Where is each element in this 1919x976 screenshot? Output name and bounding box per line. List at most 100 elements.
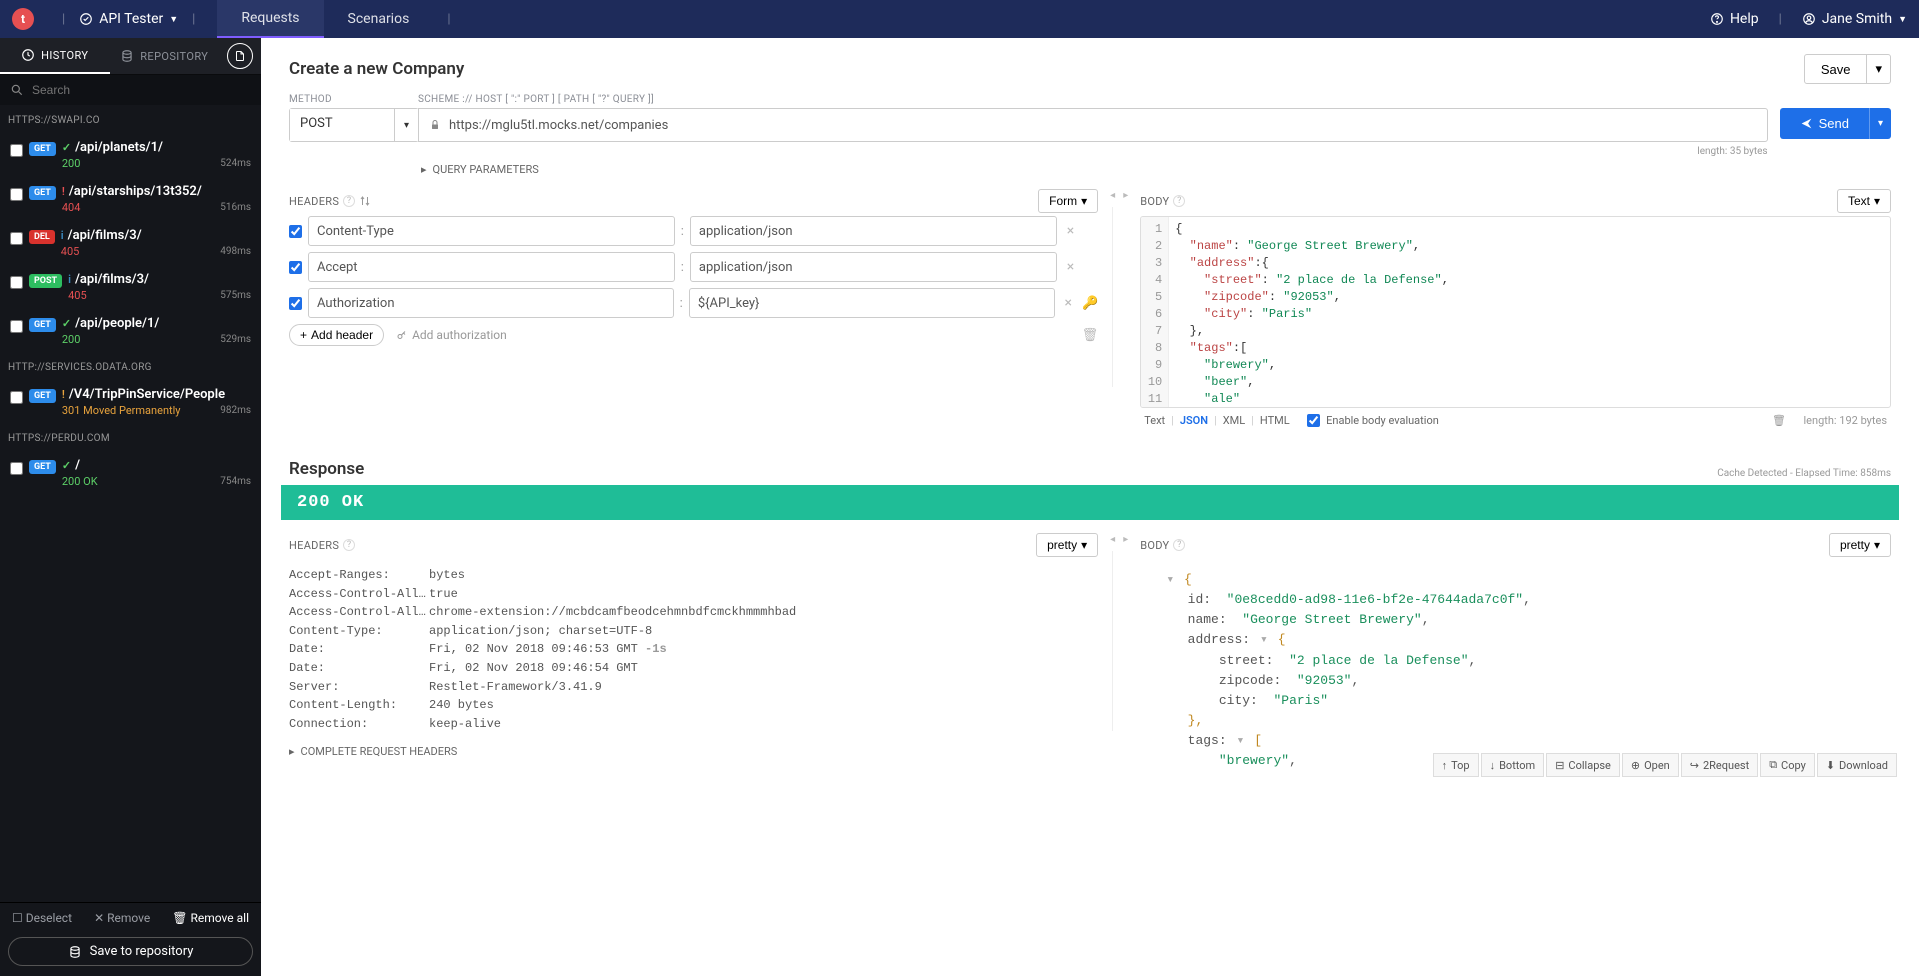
history-item-checkbox[interactable] [10, 276, 23, 289]
resp-bottom-button[interactable]: ↓ Bottom [1481, 753, 1545, 777]
sidebar: HISTORY REPOSITORY HTTPS://SWAPI.CO GET … [0, 38, 261, 976]
status-icon: ! [62, 185, 65, 198]
enable-body-eval-checkbox[interactable] [1307, 414, 1320, 427]
remove-header-icon[interactable]: × [1063, 223, 1078, 239]
resp-download-button[interactable]: ⬇ Download [1817, 753, 1897, 777]
collapse-left-icon[interactable]: ◂ [1106, 532, 1119, 547]
tab-requests[interactable]: Requests [217, 0, 323, 38]
app-switcher[interactable]: API Tester ▼ [79, 11, 178, 27]
search-input[interactable] [32, 83, 251, 97]
format-xml[interactable]: XML [1223, 414, 1245, 427]
sidebar-search[interactable] [0, 75, 261, 105]
history-path: / [75, 458, 80, 473]
history-item-checkbox[interactable] [10, 391, 23, 404]
help-button[interactable]: Help [1710, 11, 1759, 27]
body-editor[interactable]: 12345678910111213 { "name": "George Stre… [1140, 216, 1891, 408]
resp-collapse-button[interactable]: ⊟ Collapse [1546, 753, 1620, 777]
help-icon[interactable]: ? [343, 539, 355, 551]
header-value-input[interactable]: ${API_key} [689, 288, 1055, 318]
method-select[interactable]: POST ▾ [289, 108, 419, 142]
trash-icon[interactable]: 🗑 [1082, 328, 1099, 343]
send-button[interactable]: Send [1780, 108, 1869, 139]
history-item[interactable]: GET ✓/ 200 OK754ms [0, 450, 261, 494]
history-item[interactable]: GET ✓/api/people/1/ 200529ms [0, 308, 261, 352]
response-time: 524ms [220, 158, 251, 169]
header-name-input[interactable]: Authorization [308, 288, 674, 318]
history-item-checkbox[interactable] [10, 462, 23, 475]
collapse-right-icon[interactable]: ▸ [1119, 188, 1132, 203]
response-header-row: Server:Restlet-Framework/3.41.9 [289, 678, 1098, 697]
add-authorization-button[interactable]: Add authorization [396, 328, 507, 342]
body-view-toggle[interactable]: Text ▾ [1837, 189, 1891, 213]
help-icon[interactable]: ? [1173, 195, 1185, 207]
check-circle-icon [79, 12, 93, 26]
help-icon[interactable]: ? [343, 195, 355, 207]
save-dropdown[interactable]: ▾ [1867, 54, 1891, 84]
response-body-viewer[interactable]: ▾ { id: "0e8cedd0-ad98-11e6-bf2e-47644ad… [1140, 560, 1891, 771]
headers-view-toggle[interactable]: Form ▾ [1038, 189, 1098, 213]
status-code: 404 [62, 201, 81, 214]
format-text[interactable]: Text [1144, 414, 1165, 427]
sidebar-tab-repository[interactable]: REPOSITORY [110, 38, 220, 74]
chevron-down-icon: ▾ [394, 109, 418, 141]
header-enabled-checkbox[interactable] [289, 225, 302, 238]
remove-header-icon[interactable]: × [1063, 259, 1078, 275]
header-value-input[interactable]: application/json [690, 216, 1057, 246]
remove-all-button[interactable]: 🗑 Remove all [172, 911, 249, 925]
status-code: 405 [68, 289, 87, 302]
main-content: Create a new Company Save ▾ METHOD POST … [261, 38, 1919, 976]
help-icon[interactable]: ? [1173, 539, 1185, 551]
page-title: Create a new Company [289, 59, 464, 79]
history-item[interactable]: POST i/api/films/3/ 405575ms [0, 264, 261, 308]
user-menu[interactable]: Jane Smith ▼ [1802, 11, 1907, 27]
collapse-right-icon[interactable]: ▸ [1119, 532, 1132, 547]
resp-body-view-toggle[interactable]: pretty ▾ [1829, 533, 1891, 557]
sort-icon[interactable] [359, 195, 371, 207]
header-enabled-checkbox[interactable] [289, 297, 302, 310]
sidebar-tab-history[interactable]: HISTORY [0, 38, 110, 74]
resp-top-button[interactable]: ↑ Top [1433, 753, 1479, 777]
remove-button[interactable]: ✕ Remove [94, 911, 150, 925]
enable-body-eval-label: Enable body evaluation [1326, 414, 1439, 427]
header-value-input[interactable]: application/json [690, 252, 1057, 282]
resp-2request-button[interactable]: ↪ 2Request [1681, 753, 1758, 777]
add-header-button[interactable]: + Add header [289, 324, 384, 346]
save-to-repository-button[interactable]: Save to repository [8, 937, 253, 966]
tab-scenarios[interactable]: Scenarios [324, 0, 434, 38]
response-header-row: Accept-Ranges:bytes [289, 566, 1098, 585]
deselect-button[interactable]: ☐ Deselect [12, 911, 72, 925]
save-button[interactable]: Save [1804, 54, 1868, 84]
search-icon [10, 83, 24, 97]
history-item[interactable]: GET !/api/starships/13t352/ 404516ms [0, 176, 261, 220]
history-item[interactable]: DEL i/api/films/3/ 405498ms [0, 220, 261, 264]
method-badge: POST [29, 274, 62, 288]
header-name-input[interactable]: Content-Type [308, 216, 675, 246]
format-json[interactable]: JSON [1180, 414, 1208, 427]
key-icon[interactable]: 🔑 [1082, 296, 1098, 311]
history-item-checkbox[interactable] [10, 320, 23, 333]
header-name-input[interactable]: Accept [308, 252, 675, 282]
remove-header-icon[interactable]: × [1061, 295, 1076, 311]
new-request-button[interactable] [227, 43, 253, 69]
query-params-toggle[interactable]: ▸ QUERY PARAMETERS [261, 157, 1919, 186]
history-item[interactable]: GET ✓/api/planets/1/ 200524ms [0, 132, 261, 176]
send-dropdown[interactable]: ▾ [1869, 108, 1891, 139]
collapse-left-icon[interactable]: ◂ [1106, 188, 1119, 203]
history-item-checkbox[interactable] [10, 144, 23, 157]
history-item-checkbox[interactable] [10, 232, 23, 245]
method-badge: GET [29, 389, 56, 403]
header-enabled-checkbox[interactable] [289, 261, 302, 274]
resp-copy-button[interactable]: ⧉ Copy [1760, 753, 1815, 777]
resp-open-button[interactable]: ⊕ Open [1622, 753, 1679, 777]
history-item[interactable]: GET !/V4/TripPinService/People 301 Moved… [0, 379, 261, 423]
complete-request-headers-toggle[interactable]: ▸ COMPLETE REQUEST HEADERS [289, 739, 1098, 766]
body-length: length: 192 bytes [1803, 414, 1887, 427]
history-item-checkbox[interactable] [10, 188, 23, 201]
status-code: 200 [62, 157, 81, 170]
format-html[interactable]: HTML [1260, 414, 1290, 427]
trash-icon[interactable]: 🗑 [1772, 414, 1786, 427]
url-input[interactable]: https://mglu5tl.mocks.net/companies [418, 108, 1768, 142]
help-icon [1710, 12, 1724, 26]
resp-headers-view-toggle[interactable]: pretty ▾ [1036, 533, 1098, 557]
history-path: /api/starships/13t352/ [69, 184, 202, 199]
